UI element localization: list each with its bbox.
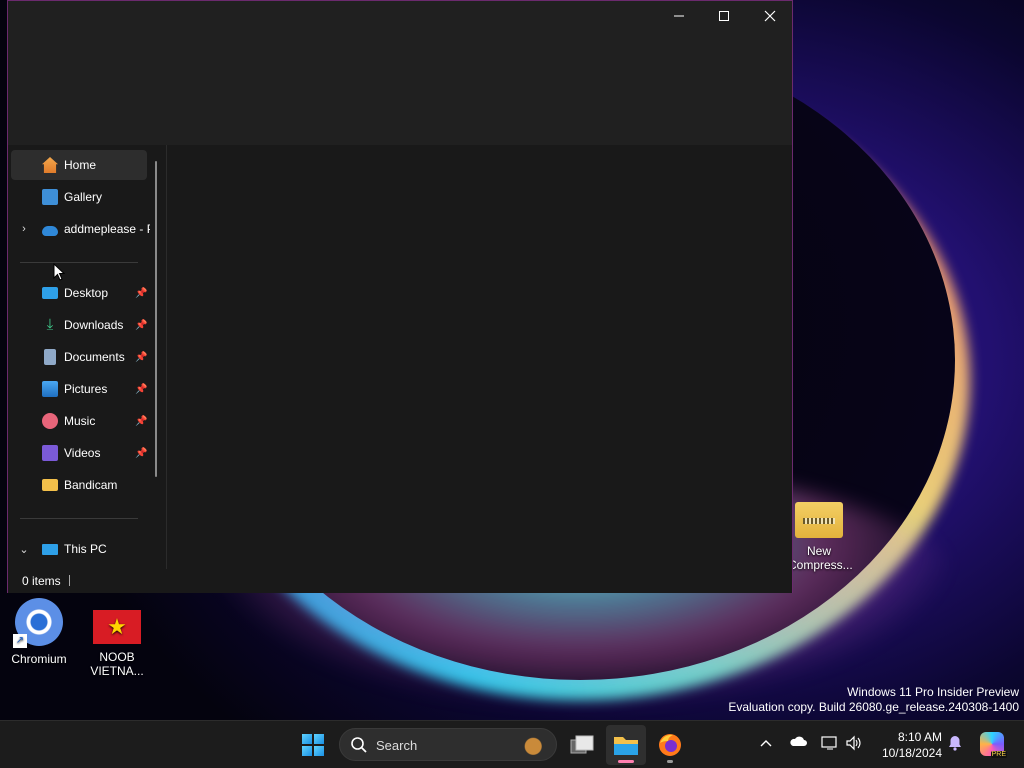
minimize-button[interactable]: [656, 1, 702, 31]
pin-icon: 📌: [135, 351, 148, 363]
notifications-button[interactable]: [948, 735, 962, 754]
search-highlight-icon: [514, 732, 546, 758]
documents-icon: [44, 349, 56, 365]
nav-item-bandicam[interactable]: Bandicam: [11, 470, 147, 500]
clock[interactable]: 8:10 AM 10/18/2024: [874, 729, 942, 761]
nav-item-desktop[interactable]: Desktop 📌: [11, 278, 147, 308]
watermark-line2: Evaluation copy. Build 26080.ge_release.…: [728, 700, 1019, 714]
pin-icon: 📌: [135, 383, 148, 395]
nav-item-label: Home: [64, 158, 97, 172]
network-icon: [821, 736, 837, 750]
windows-logo-icon: [302, 734, 324, 756]
this-pc-icon: [42, 543, 58, 555]
search-icon: [351, 737, 367, 753]
clock-time: 8:10 AM: [897, 730, 942, 744]
nav-item-label: Gallery: [64, 190, 103, 204]
gallery-icon: [42, 189, 58, 205]
copilot-button[interactable]: PRE: [980, 732, 1007, 758]
taskbar-search[interactable]: Search: [339, 728, 557, 761]
nav-item-label: Bandicam: [64, 478, 118, 492]
desktop-icon-label: NOOB VIETNA...: [90, 650, 144, 678]
cloud-icon: [790, 736, 807, 746]
pictures-icon: [42, 381, 58, 397]
home-icon: [42, 157, 58, 173]
nav-item-gallery[interactable]: Gallery: [11, 182, 147, 212]
status-divider: [69, 575, 70, 586]
chevron-right-icon[interactable]: ›: [19, 223, 29, 235]
onedrive-icon: [42, 225, 58, 236]
watermark-line1: Windows 11 Pro Insider Preview: [847, 685, 1019, 699]
navigation-pane[interactable]: Home Gallery › addmeplease - P Desktop 📌…: [8, 145, 166, 569]
vietnam-flag-icon: ★: [93, 610, 141, 644]
firefox-icon: [659, 734, 681, 756]
file-explorer-icon: [614, 737, 638, 755]
pin-icon: 📌: [135, 287, 148, 299]
desktop-icon-label: Chromium: [11, 652, 67, 666]
chevron-up-icon: [760, 740, 772, 747]
desktop-icon-noob-vietnam[interactable]: ★ NOOB VIETNA...: [80, 602, 154, 678]
nav-item-videos[interactable]: Videos 📌: [11, 438, 147, 468]
desktop-icon-chromium[interactable]: ↗ Chromium: [2, 598, 76, 666]
pin-icon: 📌: [135, 415, 148, 427]
maximize-button[interactable]: [701, 1, 747, 31]
zip-folder-icon: [795, 502, 843, 538]
pin-icon: 📌: [135, 319, 148, 331]
downloads-icon: ⤓: [46, 316, 54, 333]
pin-icon: 📌: [135, 447, 148, 459]
folder-icon: [42, 479, 58, 491]
windows-watermark: Windows 11 Pro Insider Preview Evaluatio…: [728, 685, 1019, 715]
network-tray-button[interactable]: [820, 735, 840, 754]
clock-date: 10/18/2024: [881, 746, 942, 760]
title-bar[interactable]: [8, 1, 792, 145]
nav-item-this-pc[interactable]: ⌄ This PC: [11, 534, 147, 564]
nav-item-home[interactable]: Home: [11, 150, 147, 180]
close-button[interactable]: [747, 1, 793, 31]
running-indicator: [667, 760, 673, 763]
nav-item-music[interactable]: Music 📌: [11, 406, 147, 436]
task-view-button[interactable]: [562, 725, 602, 765]
nav-item-documents[interactable]: Documents 📌: [11, 342, 147, 372]
desktop-icon-new-compressed[interactable]: New Compress...: [782, 494, 856, 572]
videos-icon: [42, 445, 58, 461]
onedrive-tray-button[interactable]: [788, 735, 808, 750]
maximize-icon: [719, 11, 729, 21]
mouse-cursor-icon: [53, 263, 65, 281]
nav-divider: [20, 518, 138, 519]
item-count: 0 items: [22, 574, 61, 588]
show-hidden-icons-button[interactable]: [756, 735, 776, 750]
copilot-icon: PRE: [990, 751, 1007, 758]
taskbar: Search 8:10 AM 10/18/2024 PRE: [0, 720, 1024, 768]
bell-icon: [949, 736, 961, 751]
active-indicator: [618, 760, 634, 763]
start-button[interactable]: [293, 725, 333, 765]
nav-item-onedrive[interactable]: › addmeplease - P: [11, 214, 150, 244]
nav-item-downloads[interactable]: ⤓ Downloads 📌: [11, 310, 148, 340]
desktop-icon: [42, 287, 58, 299]
close-icon: [764, 10, 776, 22]
shortcut-arrow-icon: ↗: [13, 634, 27, 648]
file-explorer-taskbar-button[interactable]: [606, 725, 646, 765]
nav-divider: [20, 262, 138, 263]
task-view-icon: [570, 735, 594, 754]
chevron-down-icon[interactable]: ⌄: [19, 543, 29, 556]
nav-scrollbar[interactable]: [155, 161, 157, 477]
volume-tray-button[interactable]: [844, 735, 864, 754]
search-placeholder: Search: [376, 738, 418, 753]
nav-item-label: This PC: [64, 542, 107, 556]
nav-item-label: addmeplease - P: [64, 222, 150, 236]
nav-item-pictures[interactable]: Pictures 📌: [11, 374, 147, 404]
speaker-icon: [846, 735, 861, 751]
music-icon: [42, 413, 58, 429]
file-explorer-window: Home Gallery › addmeplease - P Desktop 📌…: [7, 0, 793, 593]
chromium-icon: ↗: [13, 598, 63, 648]
minimize-icon: [674, 15, 684, 17]
status-bar: 0 items: [8, 569, 792, 593]
firefox-taskbar-button[interactable]: [650, 725, 690, 765]
desktop-icon-label: New Compress...: [788, 544, 853, 572]
file-list-area[interactable]: [167, 145, 792, 569]
